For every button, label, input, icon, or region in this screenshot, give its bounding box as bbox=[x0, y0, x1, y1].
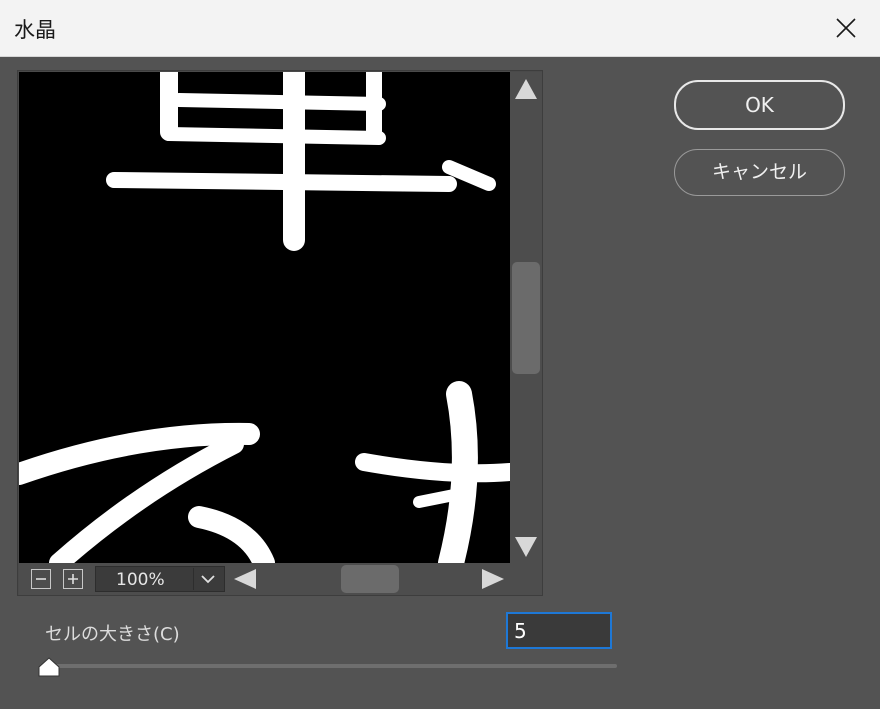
vertical-scrollbar[interactable] bbox=[510, 72, 542, 563]
zoom-dropdown-button[interactable] bbox=[193, 568, 222, 590]
close-button[interactable] bbox=[826, 10, 866, 46]
scroll-right-arrow[interactable] bbox=[481, 568, 505, 590]
close-icon bbox=[836, 18, 856, 38]
ok-button[interactable]: OK bbox=[674, 80, 845, 130]
arrow-right-icon bbox=[482, 569, 504, 589]
cell-size-input[interactable] bbox=[506, 612, 612, 649]
zoom-in-button[interactable] bbox=[63, 569, 83, 589]
vertical-scroll-thumb[interactable] bbox=[512, 262, 540, 374]
dialog-title: 水晶 bbox=[14, 18, 56, 42]
chevron-down-icon bbox=[201, 575, 215, 584]
scroll-up-arrow[interactable] bbox=[514, 78, 538, 100]
cancel-button[interactable]: キャンセル bbox=[674, 149, 845, 196]
minus-icon bbox=[36, 578, 46, 580]
preview-toolbar: 100% bbox=[19, 563, 542, 595]
cell-size-slider-handle[interactable] bbox=[38, 657, 60, 677]
horizontal-scroll-thumb[interactable] bbox=[341, 565, 399, 593]
zoom-level-field[interactable]: 100% bbox=[95, 566, 225, 592]
scroll-left-arrow[interactable] bbox=[233, 568, 257, 590]
preview-image bbox=[19, 72, 510, 563]
zoom-out-button[interactable] bbox=[31, 569, 51, 589]
arrow-left-icon bbox=[234, 569, 256, 589]
title-bar: 水晶 bbox=[0, 0, 880, 57]
cell-size-slider-track[interactable] bbox=[48, 664, 617, 668]
zoom-value: 100% bbox=[116, 570, 165, 590]
arrow-up-icon bbox=[515, 79, 537, 99]
scroll-down-arrow[interactable] bbox=[514, 536, 538, 558]
preview-canvas[interactable] bbox=[19, 72, 510, 563]
cell-size-label: セルの大きさ(C) bbox=[45, 624, 180, 645]
arrow-down-icon bbox=[515, 537, 537, 557]
plus-icon bbox=[68, 574, 78, 584]
slider-handle-icon bbox=[38, 657, 60, 677]
